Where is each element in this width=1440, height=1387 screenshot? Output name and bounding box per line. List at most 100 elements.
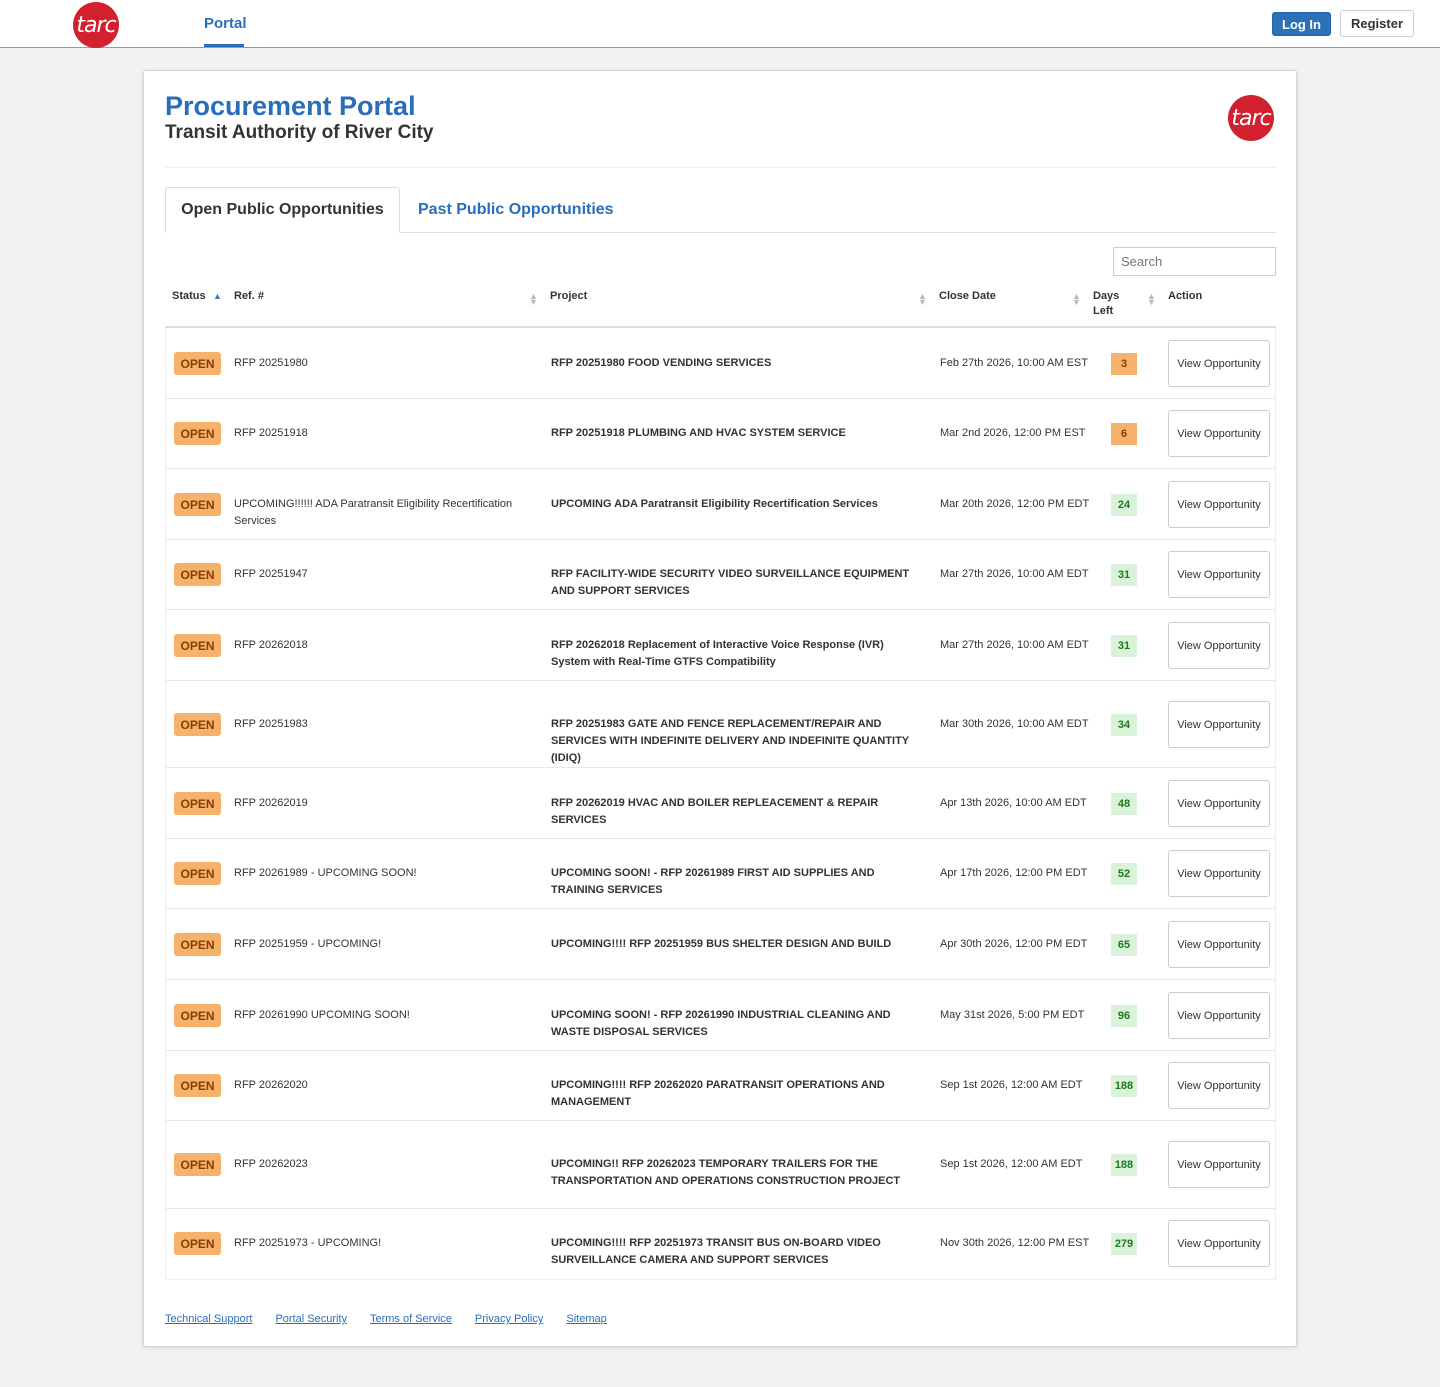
days-left-badge: 52 [1111, 863, 1137, 885]
days-left-badge: 96 [1111, 1005, 1137, 1027]
view-opportunity-button[interactable]: View Opportunity [1168, 1062, 1270, 1109]
portal-card: Procurement Portal Transit Authority of … [143, 70, 1297, 1347]
view-opportunity-button[interactable]: View Opportunity [1168, 780, 1270, 827]
view-opportunity-button[interactable]: View Opportunity [1168, 340, 1270, 387]
close-date: Feb 27th 2026, 10:00 AM EST [940, 357, 1088, 369]
ref-number: RFP 20262023 [234, 1158, 308, 1170]
view-opportunity-button[interactable]: View Opportunity [1168, 1141, 1270, 1188]
header-project[interactable]: Project [550, 289, 587, 304]
days-left-badge: 279 [1111, 1233, 1137, 1255]
status-badge: OPEN [174, 563, 221, 586]
ref-number: RFP 20251918 [234, 427, 308, 439]
days-left-badge: 188 [1111, 1154, 1137, 1176]
days-left-badge: 3 [1111, 353, 1137, 375]
ref-number: UPCOMING!!!!!! ADA Paratransit Eligibili… [234, 498, 513, 527]
sort-icon[interactable]: ▲ ▼ [1147, 292, 1156, 307]
close-date: Apr 30th 2026, 12:00 PM EDT [940, 938, 1088, 950]
tarc-logo-large: tarc [1228, 95, 1274, 141]
days-left-badge: 48 [1111, 793, 1137, 815]
footer-link-portal-security[interactable]: Portal Security [275, 1313, 347, 1325]
tab-past-opportunities[interactable]: Past Public Opportunities [418, 187, 614, 233]
view-opportunity-button[interactable]: View Opportunity [1168, 921, 1270, 968]
table-row: OPEN RFP 20251983 RFP 20251983 GATE AND FE… [166, 681, 1275, 768]
nav-portal-link[interactable]: Portal [204, 15, 247, 32]
status-badge: OPEN [174, 493, 221, 516]
table-row: OPEN RFP 20251918 RFP 20251918 PLUMBING AN… [166, 399, 1275, 469]
close-date: Mar 2nd 2026, 12:00 PM EST [940, 427, 1086, 439]
ref-number: RFP 20251983 [234, 718, 308, 730]
close-date: Sep 1st 2026, 12:00 AM EDT [940, 1079, 1083, 1091]
ref-number: RFP 20262018 [234, 639, 308, 651]
ref-number: RFP 20262019 [234, 797, 308, 809]
table-row: OPEN RFP 20262019 RFP 20262019 HVAC AND BO… [166, 768, 1275, 839]
tab-open-opportunities[interactable]: Open Public Opportunities [165, 187, 400, 233]
header-ref[interactable]: Ref. # [234, 289, 264, 304]
opportunities-table-body: OPEN RFP 20251980 RFP 20251980 FOOD VENDIN… [165, 328, 1276, 1280]
table-row: OPEN RFP 20261989 - UPCOMING SOON! UPCOMIN… [166, 839, 1275, 909]
table-row: OPEN RFP 20262023 UPCOMING!! RFP 20262023 … [166, 1121, 1275, 1209]
project-name: RFP 20251980 FOOD VENDING SERVICES [551, 357, 772, 369]
days-left-badge: 31 [1111, 564, 1137, 586]
footer-link-sitemap[interactable]: Sitemap [566, 1313, 606, 1325]
status-badge: OPEN [174, 422, 221, 445]
close-date: Mar 20th 2026, 12:00 PM EDT [940, 498, 1090, 510]
page-title: Procurement Portal [165, 91, 416, 121]
status-badge: OPEN [174, 933, 221, 956]
status-badge: OPEN [174, 352, 221, 375]
sort-icon[interactable]: ▲ ▼ [918, 292, 927, 307]
table-row: OPEN RFP 20261990 UPCOMING SOON! UPCOMING … [166, 980, 1275, 1051]
project-name: UPCOMING SOON! - RFP 20261990 INDUSTRIAL… [551, 1009, 891, 1038]
project-name: UPCOMING!!!! RFP 20251973 TRANSIT BUS ON… [551, 1237, 881, 1266]
page-subtitle: Transit Authority of River City [165, 122, 434, 143]
project-name: UPCOMING!!!! RFP 20262020 PARATRANSIT OP… [551, 1079, 885, 1108]
tarc-logo[interactable]: tarc [73, 2, 119, 48]
sort-asc-icon[interactable]: ▲ [213, 292, 222, 301]
status-badge: OPEN [174, 1004, 221, 1027]
table-row: OPEN RFP 20262018 RFP 20262018 Replacement… [166, 610, 1275, 681]
ref-number: RFP 20261990 UPCOMING SOON! [234, 1009, 410, 1021]
sort-icon[interactable]: ▲ ▼ [1072, 292, 1081, 307]
ref-number: RFP 20251980 [234, 357, 308, 369]
days-left-badge: 65 [1111, 934, 1137, 956]
project-name: RFP 20262019 HVAC AND BOILER REPLEACEMEN… [551, 797, 879, 826]
close-date: May 31st 2026, 5:00 PM EDT [940, 1009, 1085, 1021]
footer-link-privacy-policy[interactable]: Privacy Policy [475, 1313, 543, 1325]
view-opportunity-button[interactable]: View Opportunity [1168, 701, 1270, 748]
view-opportunity-button[interactable]: View Opportunity [1168, 850, 1270, 897]
view-opportunity-button[interactable]: View Opportunity [1168, 1220, 1270, 1267]
ref-number: RFP 20251959 - UPCOMING! [234, 938, 382, 950]
tarc-logo-text: tarc [1231, 105, 1271, 131]
ref-number: RFP 20251947 [234, 568, 308, 580]
view-opportunity-button[interactable]: View Opportunity [1168, 551, 1270, 598]
project-name: RFP 20251918 PLUMBING AND HVAC SYSTEM SE… [551, 427, 846, 439]
view-opportunity-button[interactable]: View Opportunity [1168, 622, 1270, 669]
header-close-date[interactable]: Close Date [939, 289, 996, 304]
header-days-left[interactable]: Days Left [1093, 289, 1133, 319]
sort-icon[interactable]: ▲ ▼ [529, 292, 538, 307]
top-navbar: tarc Portal Log In Register [0, 0, 1440, 48]
status-badge: OPEN [174, 713, 221, 736]
login-button[interactable]: Log In [1272, 12, 1331, 36]
project-name: UPCOMING!! RFP 20262023 TEMPORARY TRAILE… [551, 1158, 901, 1187]
header-status[interactable]: Status [172, 289, 206, 304]
table-row: OPEN UPCOMING!!!!!! ADA Paratransit Eligi… [166, 469, 1275, 540]
table-row: OPEN RFP 20262020 UPCOMING!!!! RFP 2026202… [166, 1051, 1275, 1121]
header-action: Action [1168, 290, 1203, 302]
register-button[interactable]: Register [1340, 10, 1414, 37]
status-badge: OPEN [174, 1232, 221, 1255]
footer-link-terms-of-service[interactable]: Terms of Service [370, 1313, 452, 1325]
view-opportunity-button[interactable]: View Opportunity [1168, 481, 1270, 528]
project-name: RFP FACILITY-WIDE SECURITY VIDEO SURVEIL… [551, 568, 910, 597]
close-date: Apr 17th 2026, 12:00 PM EDT [940, 867, 1088, 879]
view-opportunity-button[interactable]: View Opportunity [1168, 410, 1270, 457]
ref-number: RFP 20251973 - UPCOMING! [234, 1237, 382, 1249]
project-name: RFP 20251983 GATE AND FENCE REPLACEMENT/… [551, 718, 909, 764]
close-date: Mar 27th 2026, 10:00 AM EDT [940, 639, 1089, 651]
days-left-badge: 24 [1111, 494, 1137, 516]
view-opportunity-button[interactable]: View Opportunity [1168, 992, 1270, 1039]
table-header: Status ▲ Ref. # ▲ ▼ Project ▲ ▼ Close Date… [165, 271, 1276, 328]
days-left-badge: 6 [1111, 423, 1137, 445]
days-left-badge: 31 [1111, 635, 1137, 657]
close-date: Mar 27th 2026, 10:00 AM EDT [940, 568, 1089, 580]
footer-link-technical-support[interactable]: Technical Support [165, 1313, 252, 1325]
